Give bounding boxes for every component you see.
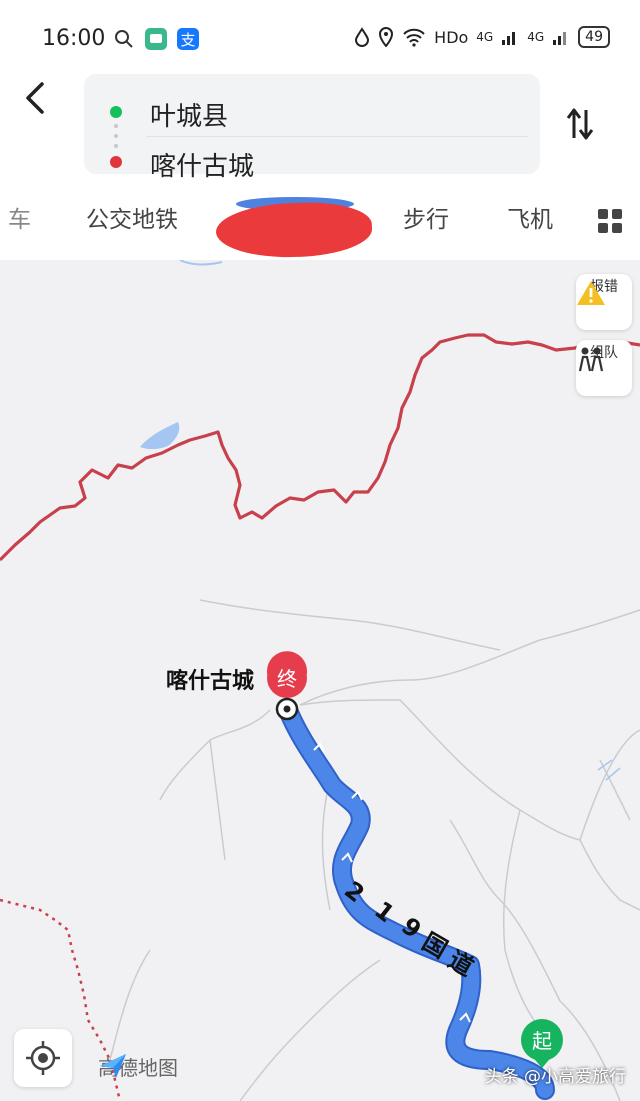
start-location-field[interactable]: 叶城县 [150,96,228,133]
lake-shape [140,422,180,450]
gaode-logo-icon [100,1054,126,1078]
border-line [0,333,640,562]
end-marker[interactable]: 终 [267,651,308,721]
locate-icon [26,1041,60,1075]
brand-logo: 高德地图 [98,1052,178,1081]
end-dot [110,156,122,168]
tab-drive[interactable]: 车 [8,205,31,235]
location-pin-icon [379,27,394,47]
tab-walk[interactable]: 步行 [403,205,449,235]
team-button[interactable]: 组队 [576,340,632,396]
battery-indicator: 49 [578,26,610,48]
chat-app-icon [145,28,167,50]
route-header: 叶城县 喀什古城 车 公交地铁 步行 飞机 [0,60,640,260]
destination-label: 喀什古城 [166,669,255,694]
alipay-icon: 支 [177,28,199,50]
redacted-tab[interactable] [215,200,373,260]
watermark: 头条 @小高爱旅行 [484,1067,626,1087]
search-icon [115,30,133,48]
swap-route-button[interactable] [564,104,596,144]
cell-signal-1: 4G [476,30,494,44]
warning-icon [577,281,605,305]
status-indicators: HDo 4G 4G 49 [354,26,610,48]
swap-arrows-icon [566,108,594,140]
route-divider [146,136,528,137]
network-type: HDo [434,27,469,47]
map-route-screen: 16:00 支 HDo 4G 4G 49 叶城县 喀什古城 车 公交地铁 步行 … [0,0,640,1101]
more-modes-icon[interactable] [598,209,622,233]
tab-flight[interactable]: 飞机 [507,205,553,235]
route-input-box: 叶城县 喀什古城 [84,74,540,182]
wifi-icon [403,28,425,47]
tab-transit[interactable]: 公交地铁 [86,205,178,235]
river-shape [179,260,223,266]
cell-signal-2: 4G [527,30,545,44]
transport-mode-tabs: 车 公交地铁 步行 飞机 [0,197,640,260]
status-time: 16:00 [42,26,106,51]
map-view[interactable]: 终 起 喀什古城 2 1 9 国 道 报错 组队 高德地图 头条 @小高爱旅行 [0,260,640,1101]
route-connector [114,124,118,148]
route-path-inner [280,702,553,1098]
end-location-field[interactable]: 喀什古城 [150,146,254,183]
back-button[interactable] [22,78,62,128]
drop-icon [355,27,370,47]
svg-text:支: 支 [180,31,195,49]
team-icon [578,347,604,372]
chevron-left-icon [26,82,44,114]
signal-icon-2 [553,32,567,45]
map-canvas: 终 起 [0,260,640,1101]
locate-me-button[interactable] [14,1029,72,1087]
report-error-button[interactable]: 报错 [576,274,632,330]
start-dot [110,106,122,118]
svg-text:起: 起 [532,1029,552,1053]
svg-text:终: 终 [277,667,297,691]
signal-icon [502,32,516,45]
